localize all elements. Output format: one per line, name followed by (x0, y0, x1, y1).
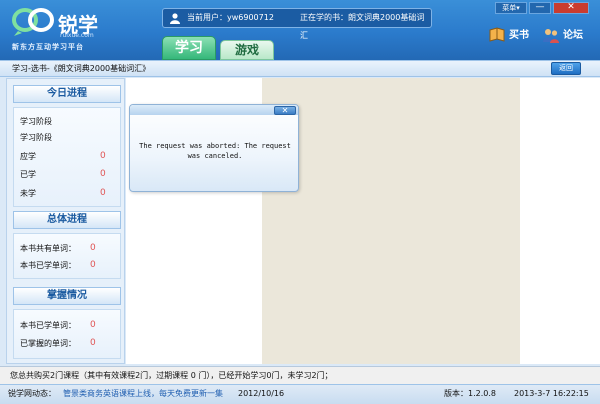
breadcrumb-bar: 学习-选书-《朗文词典2000基础词汇》 返回 (0, 60, 600, 77)
mastery-panel: 本书已学单词： 0 已掌握的单词： 0 (13, 309, 121, 359)
minimize-button[interactable]: — (529, 2, 551, 14)
today-progress-title: 今日进程 (13, 85, 121, 103)
forum-label: 论坛 (563, 30, 583, 41)
back-button[interactable]: 返回 (551, 62, 581, 75)
buy-book-label: 买书 (509, 30, 529, 41)
logo: 锐学 ruixue.com 新东方互动学习平台 (8, 5, 128, 53)
unlearned-value: 0 (100, 188, 106, 198)
buy-book-button[interactable]: 买书 (488, 26, 529, 46)
today-progress-panel: 学习阶段 学习阶段 应学 0 已学 0 未学 0 (13, 107, 121, 207)
mastery-title: 掌握情况 (13, 287, 121, 305)
forum-button[interactable]: 论坛 (542, 26, 583, 46)
news-label: 锐学网动态： (8, 389, 56, 398)
learned-today-label: 已学 (20, 170, 36, 179)
logo-url: ruixue.com (60, 32, 94, 39)
logo-mark-icon (12, 8, 54, 36)
book-learned-value: 0 (90, 260, 96, 270)
tab-game[interactable]: 游戏 (220, 40, 274, 60)
current-book-text: 正在学的书：朗文词典2000基础词汇 (300, 13, 425, 40)
footer-bar: 锐学网动态： 管景类商务英语课程上线，每天免费更新一集 2012/10/16 版… (0, 384, 600, 404)
logo-slogan: 新东方互动学习平台 (12, 43, 84, 51)
datetime-text: 2013-3-7 16:22:15 (514, 389, 589, 398)
mastered-label: 已掌握的单词： (20, 339, 76, 348)
app-header: 锐学 ruixue.com 新东方互动学习平台 当前用户：yw6900712 正… (0, 0, 600, 60)
user-info-bar: 当前用户：yw6900712 正在学的书：朗文词典2000基础词汇 (162, 8, 432, 40)
breadcrumb: 学习-选书-《朗文词典2000基础词汇》 (12, 64, 151, 73)
menu-button[interactable]: 菜单▾ (495, 2, 527, 14)
book-learned-label: 本书已学单词： (20, 261, 76, 270)
due-label: 应学 (20, 152, 36, 161)
version-text: 版本：1.2.0.8 (444, 389, 496, 398)
news-date: 2012/10/16 (238, 389, 285, 398)
close-button[interactable]: ✕ (553, 2, 589, 14)
dialog-close-button[interactable]: ✕ (274, 106, 296, 115)
dialog-titlebar (130, 105, 298, 115)
mastery-learned-label: 本书已学单词： (20, 321, 76, 330)
progress-sidebar: 今日进程 学习阶段 学习阶段 应学 0 已学 0 未学 0 总体进程 本书共有单… (6, 78, 125, 364)
course-status-bar: 您总共购买2门课程（其中有效课程2门，过期课程 0 门），已经开始学习0门，未学… (0, 366, 600, 384)
due-value: 0 (100, 151, 106, 161)
unlearned-label: 未学 (20, 189, 36, 198)
stage-label-1: 学习阶段 (20, 117, 52, 126)
error-dialog: ✕ The request was aborted: The request w… (129, 104, 299, 192)
tab-study[interactable]: 学习 (162, 36, 216, 60)
forum-users-icon (543, 29, 559, 43)
overall-progress-title: 总体进程 (13, 211, 121, 229)
total-words-label: 本书共有单词： (20, 244, 76, 253)
content-panel-right (520, 78, 600, 364)
dialog-message: The request was aborted: The request was… (139, 142, 291, 160)
current-user-text: 当前用户：yw6900712 (187, 13, 274, 22)
stage-label-2: 学习阶段 (20, 133, 52, 142)
mastery-learned-value: 0 (90, 320, 96, 330)
learned-today-value: 0 (100, 169, 106, 179)
mastered-value: 0 (90, 338, 96, 348)
user-icon (170, 13, 180, 24)
overall-progress-panel: 本书共有单词： 0 本书已学单词： 0 (13, 233, 121, 279)
news-link[interactable]: 管景类商务英语课程上线，每天免费更新一集 (63, 385, 223, 403)
content-panel-center (262, 78, 520, 364)
total-words-value: 0 (90, 243, 96, 253)
book-icon (489, 27, 505, 42)
